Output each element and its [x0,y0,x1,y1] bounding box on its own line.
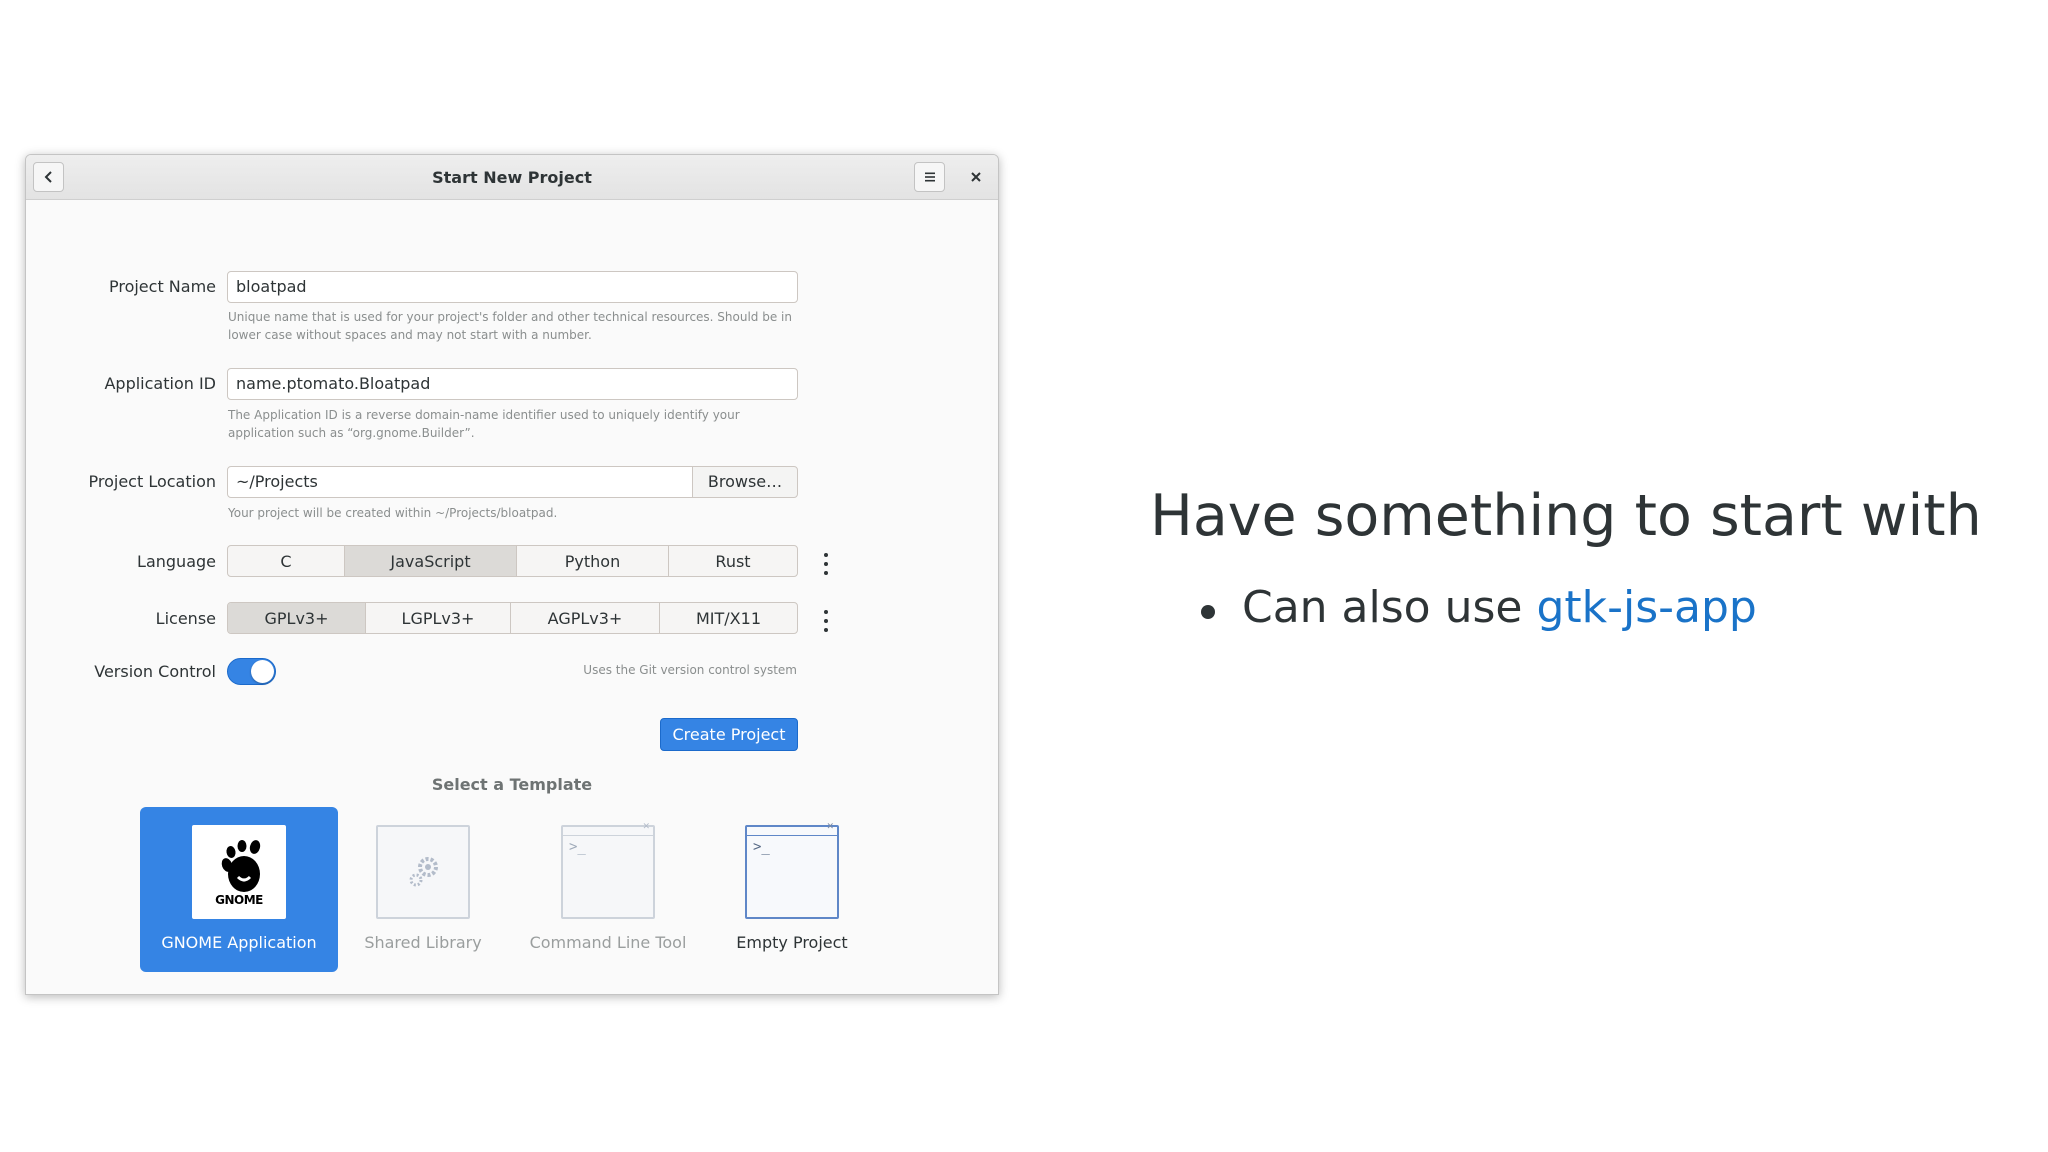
language-selector: C JavaScript Python Rust [227,545,798,577]
close-icon [971,172,981,182]
gtk-js-app-link[interactable]: gtk-js-app [1536,582,1756,633]
gnome-logo-icon: GNOME [192,825,286,919]
application-id-help-line2: application such as “org.gnome.Builder”. [228,426,475,440]
project-name-input[interactable]: bloatpad [227,271,798,303]
window-title: Start New Project [432,168,592,187]
version-control-label: Version Control [94,662,216,681]
bullet-prefix: Can also use [1242,582,1537,633]
terminal-titlebar: ✕ [747,822,837,836]
template-label: GNOME Application [161,933,317,952]
titlebar: Start New Project [26,155,998,200]
language-option-rust[interactable]: Rust [669,546,797,576]
language-label: Language [137,552,216,571]
switch-knob [251,660,274,683]
template-empty-project[interactable]: ✕ >_ Empty Project [693,807,891,972]
select-template-title: Select a Template [431,775,593,794]
project-location-input[interactable]: ~/Projects [227,466,693,498]
back-button[interactable] [33,162,64,192]
project-location-label: Project Location [88,472,217,491]
close-button[interactable] [961,163,991,191]
license-more-icon[interactable] [819,610,833,632]
hamburger-menu-icon [924,172,935,182]
application-id-help: The Application ID is a reverse domain-n… [228,406,808,442]
gnome-logo-text: GNOME [215,893,263,907]
start-new-project-window: Start New Project Project Name bloatpad … [25,154,999,995]
license-selector: GPLv3+ LGPLv3+ AGPLv3+ MIT/X11 [227,602,798,634]
template-label: Command Line Tool [529,933,687,952]
template-shared-library[interactable]: Shared Library [324,807,522,972]
language-option-python[interactable]: Python [517,546,669,576]
terminal-icon: ✕ >_ [561,822,655,919]
language-more-icon[interactable] [819,553,833,575]
terminal-prompt: >_ [753,839,770,855]
menu-button[interactable] [914,162,945,192]
create-project-button[interactable]: Create Project [660,718,798,751]
template-label: Shared Library [364,933,482,952]
license-option-agplv3[interactable]: AGPLv3+ [511,603,660,633]
project-name-help-line1: Unique name that is used for your projec… [228,310,792,324]
license-option-gplv3[interactable]: GPLv3+ [228,603,366,633]
project-name-help-line2: lower case without spaces and may not st… [228,328,592,342]
language-option-c[interactable]: C [228,546,345,576]
application-id-input[interactable]: name.ptomato.Bloatpad [227,368,798,400]
project-name-help: Unique name that is used for your projec… [228,308,808,344]
browse-button[interactable]: Browse… [692,466,798,498]
bullet-text: Can also use gtk-js-app [1242,582,1757,633]
license-option-lgplv3[interactable]: LGPLv3+ [366,603,511,633]
chevron-left-icon [44,171,52,183]
project-name-label: Project Name [108,277,216,296]
application-id-help-line1: The Application ID is a reverse domain-n… [228,408,740,422]
terminal-prompt: >_ [569,839,586,855]
template-label: Empty Project [736,933,848,952]
license-option-mit-x11[interactable]: MIT/X11 [660,603,797,633]
terminal-icon: ✕ >_ [745,822,839,919]
application-id-label: Application ID [104,374,216,393]
version-control-help: Uses the Git version control system [583,663,797,677]
template-command-line-tool[interactable]: ✕ >_ Command Line Tool [509,807,707,972]
bullet-dot [1201,605,1215,619]
project-location-help: Your project will be created within ~/Pr… [228,506,558,520]
language-option-javascript[interactable]: JavaScript [345,546,517,576]
slide-title: Have something to start with [1150,483,1982,549]
template-gnome-application[interactable]: GNOME GNOME Application [140,807,338,972]
gears-graphic [409,857,438,887]
license-label: License [155,609,216,628]
terminal-titlebar: ✕ [563,822,653,836]
version-control-switch[interactable] [227,658,276,685]
gear-icon [376,825,470,919]
